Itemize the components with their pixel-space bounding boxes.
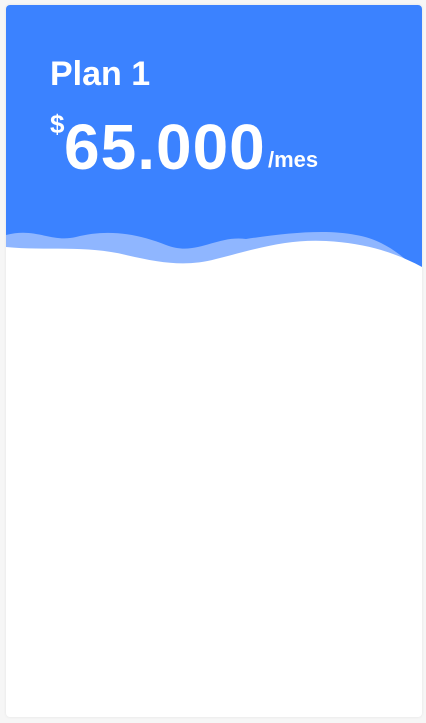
plan-title: Plan 1 bbox=[50, 55, 151, 93]
price-amount: 65.000 bbox=[64, 111, 266, 183]
wave-divider bbox=[6, 232, 422, 305]
billing-period: /mes bbox=[268, 147, 319, 172]
currency-symbol: $ bbox=[50, 109, 65, 139]
pricing-card: Plan 1 $ 65.000 /mes bbox=[6, 5, 422, 717]
